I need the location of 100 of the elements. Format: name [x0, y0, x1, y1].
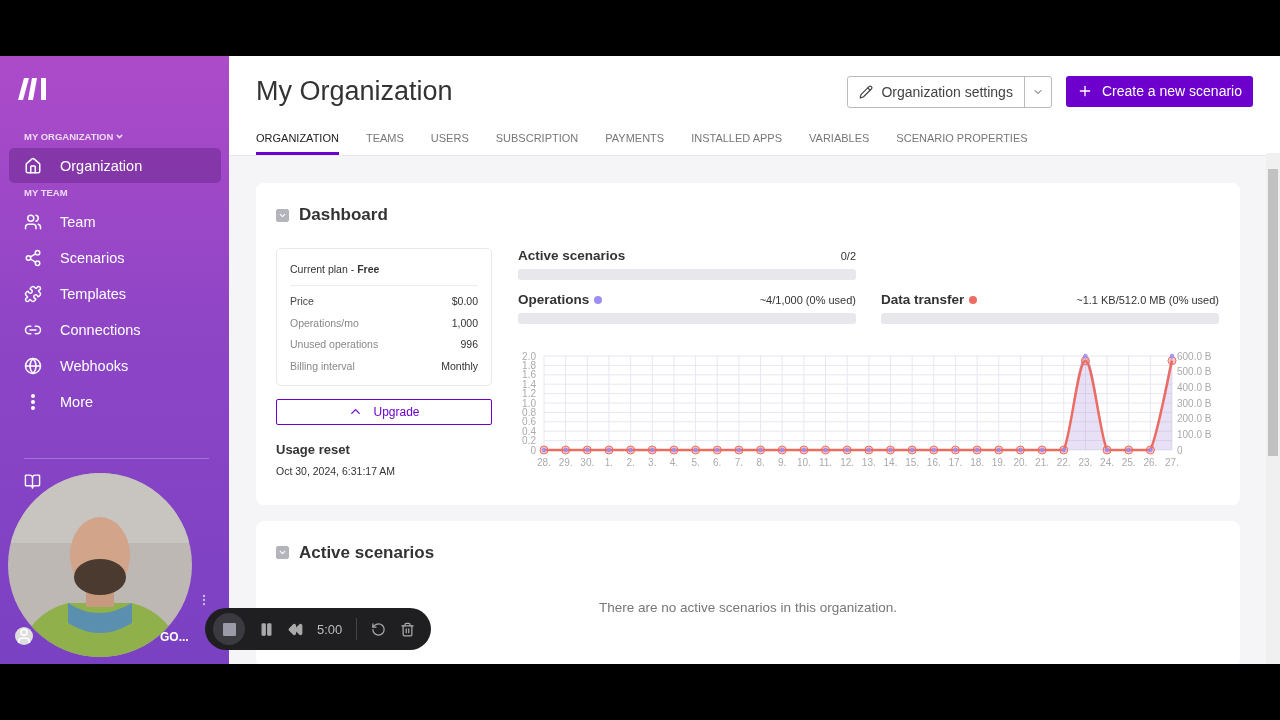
axis-label: 12.: [840, 457, 855, 468]
axis-label: 17.: [948, 457, 963, 468]
meter-reading: ~1.1 KB/512.0 MB (0% used): [1076, 293, 1219, 306]
nav-item[interactable]: More: [9, 384, 221, 419]
axis-label: 0.4: [522, 425, 536, 437]
axis-label: 18.: [970, 457, 985, 468]
axis-label: 22.: [1056, 457, 1071, 468]
page-title: My Organization: [256, 76, 453, 107]
nav-item[interactable]: Organization: [9, 148, 221, 183]
section-title: Active scenarios: [299, 542, 435, 563]
timer: 5:00: [317, 621, 343, 637]
axis-label: 27.: [1165, 457, 1179, 468]
tab[interactable]: INSTALLED APPS: [691, 127, 783, 155]
tab[interactable]: SUBSCRIPTION: [495, 127, 579, 155]
axis-label: 1.4: [522, 378, 536, 390]
axis-label: 400.0 B: [1177, 381, 1212, 393]
plan-value: 996: [460, 338, 478, 351]
meter-title: Data transfer: [881, 292, 965, 307]
axis-label: 14.: [883, 457, 898, 468]
rewind-icon[interactable]: [288, 621, 303, 637]
tab[interactable]: USERS: [430, 127, 469, 155]
axis-label: 1.6: [522, 369, 536, 381]
axis-label: 200.0 B: [1177, 413, 1212, 425]
usage-reset-date: Oct 30, 2024, 6:31:17 AM: [276, 464, 397, 477]
create-button[interactable]: Create a new scenario: [1065, 75, 1253, 107]
axis-label: 15.: [905, 457, 920, 468]
plan-label: Billing interval: [290, 359, 355, 372]
axis-label: 4.: [669, 457, 679, 468]
section-label[interactable]: MY ORGANIZATION: [9, 131, 221, 142]
tab[interactable]: SCENARIO PROPERTIES: [896, 127, 1028, 155]
meter-title: Active scenarios: [518, 248, 626, 263]
plan-value: Monthly: [441, 359, 478, 372]
trash-icon[interactable]: [400, 621, 416, 637]
empty-message: There are no active scenarios in this organization.: [599, 599, 897, 615]
upgrade-button[interactable]: Upgrade: [276, 398, 492, 425]
axis-label: 11.: [818, 457, 833, 468]
axis-label: 10.: [796, 457, 811, 468]
restart-icon[interactable]: [371, 621, 387, 637]
axis-label: 0: [530, 444, 536, 456]
stop-icon: [222, 622, 236, 636]
axis-label: 0: [1177, 444, 1183, 456]
axis-label: 2.: [626, 457, 635, 468]
axis-label: 9.: [778, 457, 787, 468]
section-title: Dashboard: [299, 205, 388, 225]
tab[interactable]: ORGANIZATION: [256, 127, 339, 155]
plan-value: 1,000: [451, 316, 478, 329]
pencil-icon: [859, 84, 874, 99]
axis-label: 21.: [1035, 457, 1049, 468]
usage-reset-label: Usage reset: [276, 441, 351, 457]
axis-label: 19.: [991, 457, 1006, 468]
meter-reading: 0/2: [840, 249, 856, 262]
axis-label: 30.: [580, 457, 595, 468]
avatar-icon[interactable]: [15, 627, 33, 645]
stop-button[interactable]: [213, 613, 245, 645]
axis-label: 3.: [648, 457, 657, 468]
meter-reading: ~4/1,000 (0% used): [759, 293, 856, 306]
axis-label: 16.: [926, 457, 941, 468]
home-icon: [24, 156, 42, 175]
plan-heading: Current plan - Free: [290, 263, 478, 286]
axis-label: 300.0 B: [1177, 397, 1212, 409]
nav-item[interactable]: Team: [9, 204, 221, 239]
plan-label: Price: [290, 294, 314, 307]
puzzle-icon: [24, 284, 42, 303]
nav-item[interactable]: Scenarios: [9, 240, 221, 275]
globe-icon: [24, 356, 42, 375]
axis-label: 23.: [1078, 457, 1093, 468]
axis-label: 1.8: [522, 359, 536, 371]
nav-item[interactable]: Connections: [9, 312, 221, 347]
pause-icon[interactable]: [259, 621, 274, 637]
tab[interactable]: PAYMENTS: [605, 127, 665, 155]
book-icon[interactable]: [24, 473, 41, 490]
collapse-toggle[interactable]: [276, 546, 289, 560]
axis-label: 28.: [537, 457, 551, 468]
share-icon: [24, 248, 42, 267]
axis-label: 8.: [756, 457, 765, 468]
meter-title: Operations: [518, 292, 590, 307]
tab[interactable]: TEAMS: [365, 127, 404, 155]
scrollbar[interactable]: [1266, 153, 1280, 664]
nav-item[interactable]: Webhooks: [9, 348, 221, 383]
dots-icon: [31, 393, 35, 410]
axis-label: 1.0: [522, 397, 536, 409]
section-label: MY TEAM: [23, 187, 69, 198]
collapse-toggle[interactable]: [276, 208, 289, 222]
axis-label: 1.: [604, 457, 614, 468]
axis-label: 25.: [1121, 457, 1136, 468]
tab[interactable]: VARIABLES: [809, 127, 870, 155]
axis-label: 100.0 B: [1177, 428, 1212, 440]
axis-label: 24.: [1100, 457, 1114, 468]
user-name[interactable]: GO...: [160, 630, 189, 644]
axis-label: 26.: [1143, 457, 1158, 468]
axis-label: 1.2: [522, 388, 536, 400]
axis-label: 13.: [861, 457, 876, 468]
axis-label: 0.6: [522, 416, 536, 428]
plan-label: Unused operations: [290, 338, 379, 351]
axis-label: 5.: [691, 457, 700, 468]
axis-label: 600.0 B: [1177, 350, 1212, 362]
axis-label: 2.0: [522, 350, 536, 362]
axis-label: 20.: [1013, 457, 1028, 468]
plan-value: $0.00: [451, 294, 478, 307]
nav-item[interactable]: Templates: [9, 276, 221, 311]
